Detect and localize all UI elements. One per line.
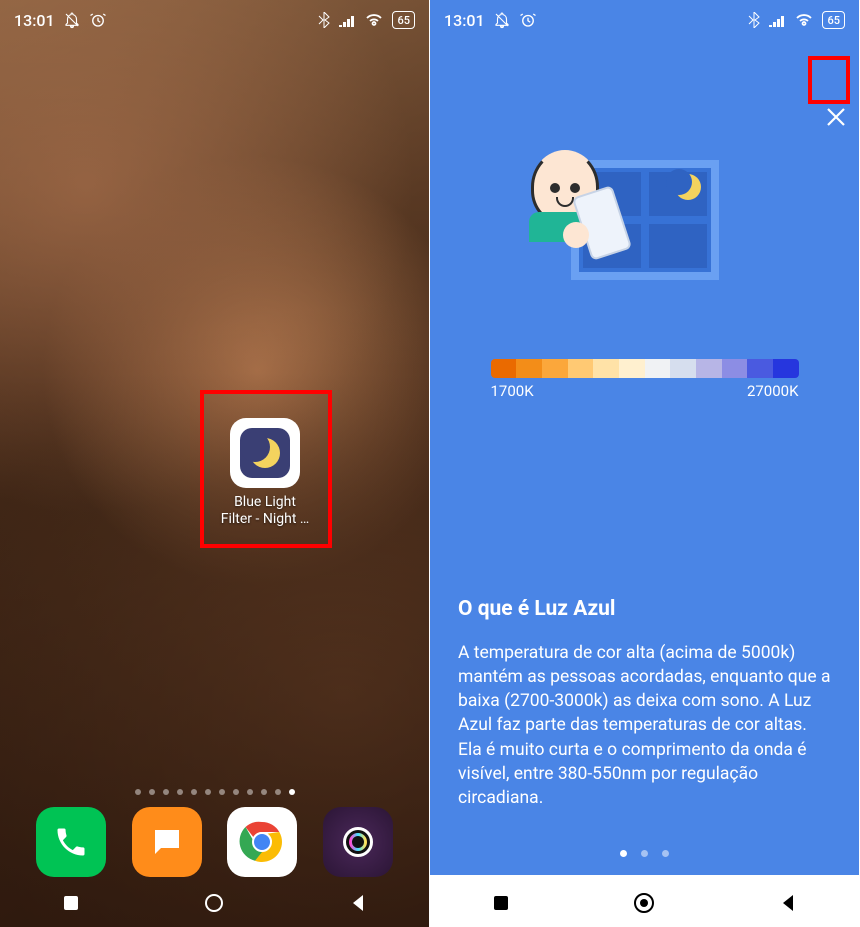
- alarm-icon: [519, 11, 537, 29]
- wifi-icon: [794, 13, 814, 27]
- camera-icon: [340, 824, 376, 860]
- dock-messages[interactable]: [132, 807, 202, 877]
- phone-icon: [53, 824, 89, 860]
- nav-home[interactable]: [632, 891, 656, 919]
- onboard-page-indicator: [430, 850, 859, 857]
- color-temp-scale: [491, 359, 799, 378]
- wifi-icon: [364, 13, 384, 27]
- dock-chrome[interactable]: [227, 807, 297, 877]
- dock-camera[interactable]: [323, 807, 393, 877]
- scale-min: 1700K: [491, 382, 534, 400]
- battery-badge: 65: [822, 11, 845, 29]
- dock-phone[interactable]: [36, 807, 106, 877]
- nav-home[interactable]: [203, 892, 225, 918]
- onboarding-panel: ✦✦ ✦ 1700K: [430, 40, 859, 875]
- signal-icon: [338, 13, 356, 27]
- battery-badge: 65: [392, 11, 415, 29]
- app-blue-light-filter[interactable]: Blue Light Filter - Night …: [220, 418, 310, 528]
- bluetooth-icon: [318, 12, 330, 28]
- message-icon: [149, 824, 185, 860]
- dnd-icon: [493, 11, 511, 29]
- phone-home-screenshot: 13:01 65 Blue Light Filter - Night …: [0, 0, 429, 927]
- app-label: Blue Light Filter - Night …: [221, 494, 310, 528]
- chrome-icon: [238, 818, 286, 866]
- nav-recent[interactable]: [61, 893, 81, 917]
- scale-labels: 1700K 27000K: [491, 382, 799, 400]
- nav-recent[interactable]: [491, 893, 511, 917]
- nav-bar: [0, 883, 429, 927]
- clock: 13:01: [14, 11, 55, 30]
- close-button[interactable]: [821, 102, 851, 132]
- nav-bar: [430, 883, 859, 927]
- home-page-indicator: [135, 789, 295, 795]
- close-icon: [825, 106, 847, 128]
- status-bar: 13:01 65: [430, 0, 859, 40]
- phone-onboarding-screenshot: 13:01 65 ✦✦ ✦: [430, 0, 859, 927]
- moon-icon: [675, 174, 701, 200]
- scale-max: 27000K: [747, 382, 799, 400]
- app-icon-container: [230, 418, 300, 488]
- moon-icon: [250, 438, 280, 468]
- nav-back[interactable]: [778, 893, 798, 917]
- bluetooth-icon: [748, 12, 760, 28]
- wallpaper: [0, 0, 429, 927]
- illustration: ✦✦ ✦ 1700K: [430, 160, 859, 400]
- clock: 13:01: [444, 11, 485, 30]
- nav-back[interactable]: [348, 893, 368, 917]
- alarm-icon: [89, 11, 107, 29]
- signal-icon: [768, 13, 786, 27]
- onboard-body: A temperatura de cor alta (acima de 5000…: [458, 641, 831, 810]
- dock: [0, 807, 429, 877]
- onboard-title: O que é Luz Azul: [458, 597, 831, 621]
- status-bar: 13:01 65: [0, 0, 429, 40]
- dnd-icon: [63, 11, 81, 29]
